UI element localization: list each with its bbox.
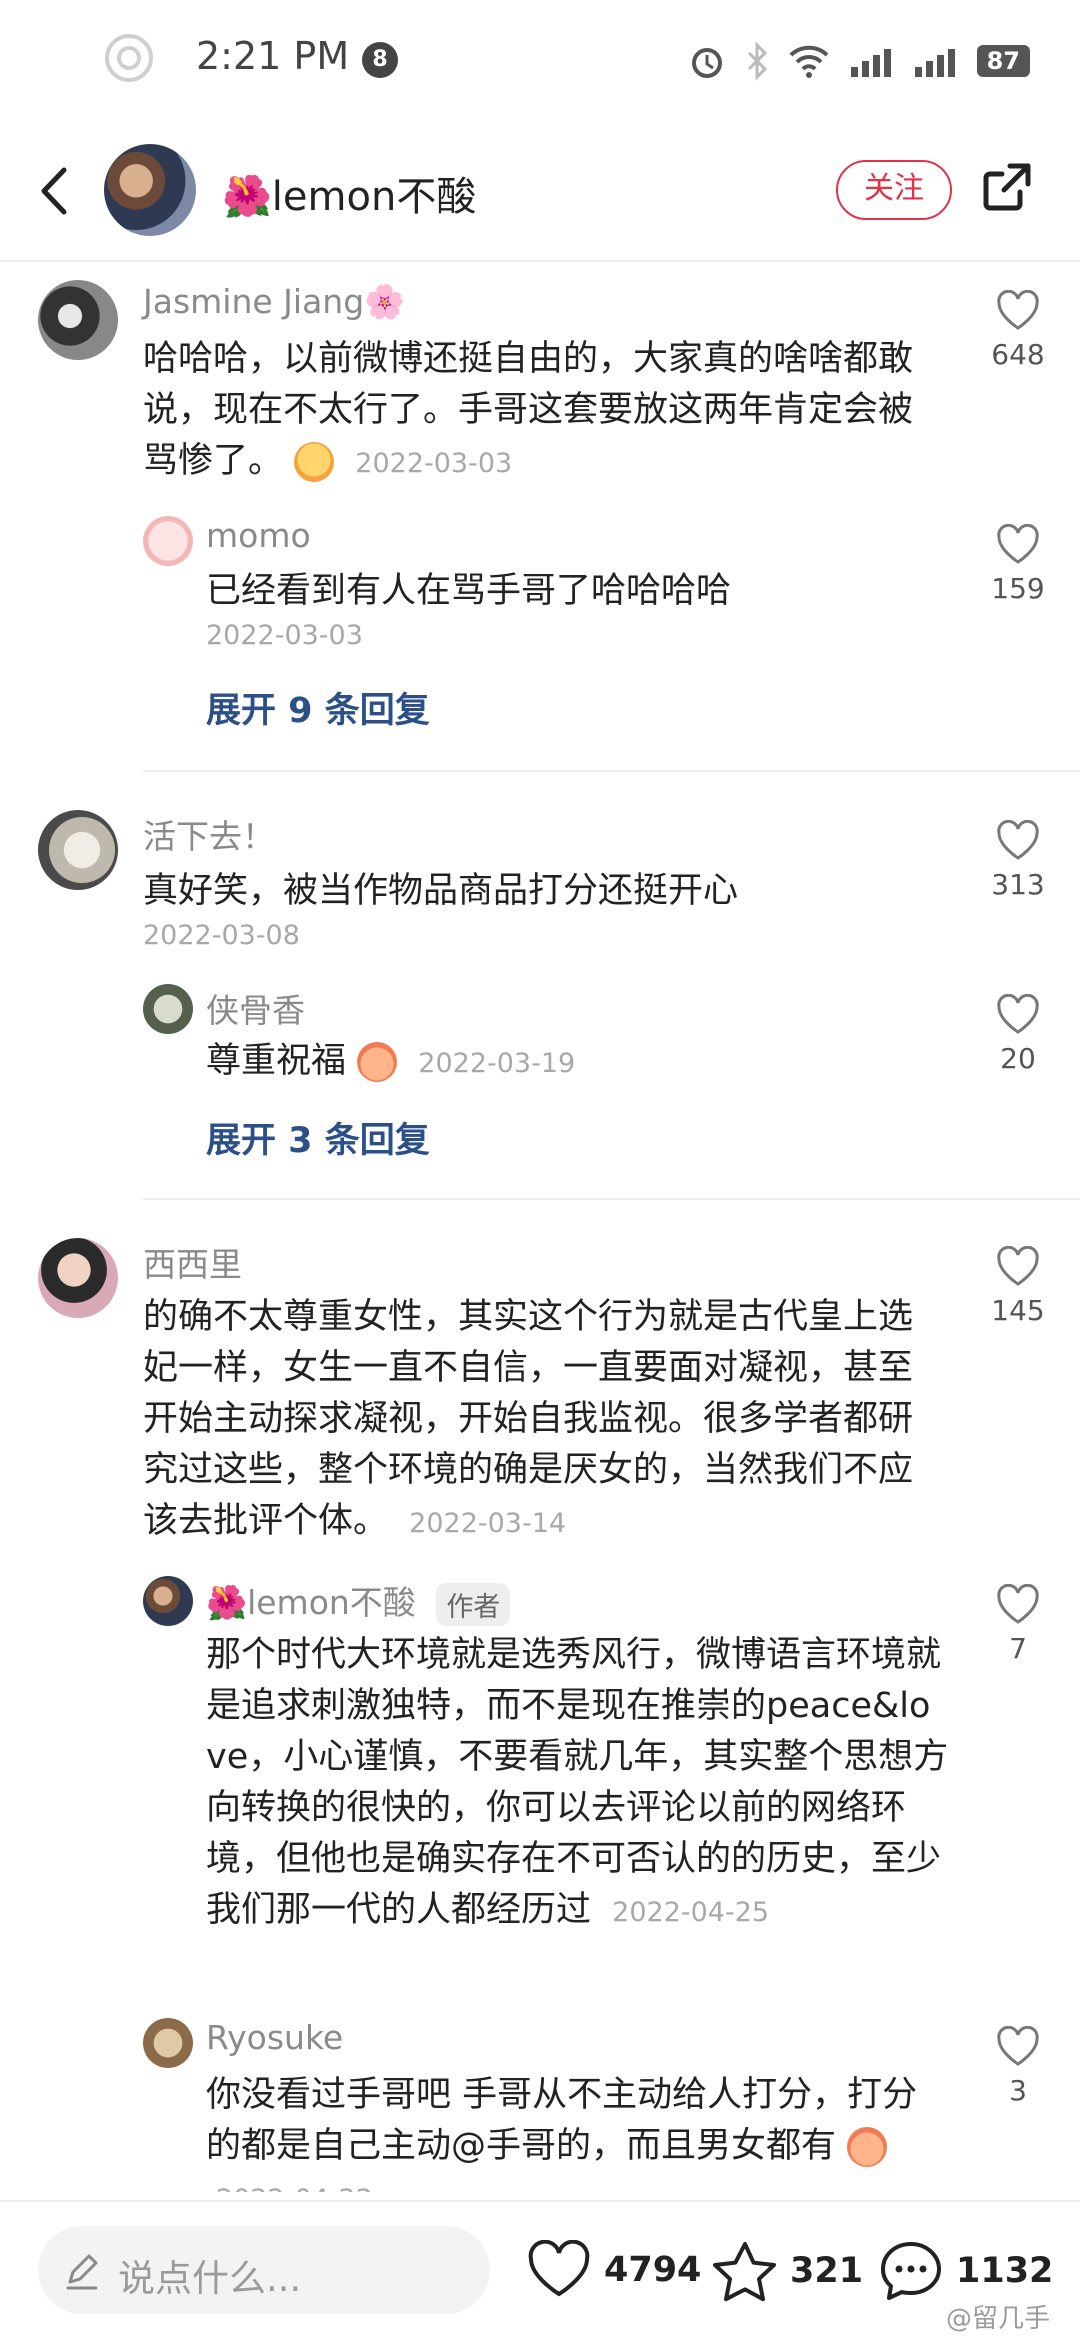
reply-date: 2022-04-25 <box>612 1897 770 1928</box>
comment-username[interactable]: Jasmine Jiang🌸 <box>143 282 405 322</box>
expand-replies-link[interactable]: 展开 3 条回复 <box>206 1112 430 1163</box>
avatar[interactable] <box>38 810 118 890</box>
share-icon <box>983 163 1031 211</box>
reply-text: 那个时代大环境就是选秀风行，微博语言环境就是追求刺激独特，而不是现在推崇的pea… <box>206 1630 950 1938</box>
post-like-button[interactable]: 4794 <box>526 2240 701 2300</box>
status-time: 2:21 PM <box>196 34 350 78</box>
avatar[interactable] <box>143 1576 193 1626</box>
reply-date: 2022-04-22 <box>216 2184 373 2192</box>
reply-text: 已经看到有人在骂手哥了哈哈哈哈 <box>206 571 732 611</box>
post-favorite-count: 321 <box>790 2251 864 2291</box>
like-button[interactable]: 7 <box>983 1584 1053 1665</box>
author-avatar[interactable] <box>104 144 196 236</box>
like-button[interactable]: 313 <box>983 820 1053 901</box>
reply-username[interactable]: 🌺lemon不酸 <box>206 1583 416 1622</box>
like-button[interactable]: 159 <box>983 524 1053 605</box>
heart-icon <box>528 2240 590 2297</box>
comment-date: 2022-03-03 <box>355 448 513 479</box>
author-badge: 作者 <box>436 1583 511 1626</box>
reply-username-row: 🌺lemon不酸 作者 <box>206 1576 511 1626</box>
comment-date: 2022-03-14 <box>409 1508 567 1539</box>
app-indicator-icon <box>105 34 153 82</box>
like-button[interactable]: 20 <box>983 994 1053 1075</box>
post-like-count: 4794 <box>604 2250 702 2290</box>
back-button[interactable] <box>28 156 88 226</box>
pencil-icon <box>66 2254 98 2290</box>
watermark: @留几手 <box>945 2304 1050 2334</box>
status-bar: 2:21 PM 8 87 <box>0 0 1080 120</box>
like-count: 648 <box>991 338 1045 371</box>
like-count: 3 <box>1009 2074 1027 2107</box>
like-count: 145 <box>991 1294 1045 1327</box>
alarm-icon <box>691 48 722 78</box>
like-count: 159 <box>991 572 1045 605</box>
chevron-left-icon <box>41 167 67 215</box>
peach-emoji-icon <box>847 2127 888 2167</box>
reply-date: 2022-03-03 <box>206 620 363 651</box>
like-count: 313 <box>991 868 1045 901</box>
notification-count-badge: 8 <box>362 42 398 78</box>
reply-username[interactable]: Ryosuke <box>206 2018 343 2057</box>
post-favorite-button[interactable]: 321 <box>712 2240 863 2302</box>
heart-icon <box>997 524 1039 564</box>
like-button[interactable]: 145 <box>983 1246 1053 1327</box>
avatar[interactable] <box>143 2018 193 2068</box>
heart-icon <box>997 994 1039 1034</box>
reply-body: 你没看过手哥吧 手哥从不主动给人打分，打分的都是自己主动@手哥的，而且男女都有 <box>206 2075 918 2166</box>
avatar[interactable] <box>143 984 193 1034</box>
follow-button[interactable]: 关注 <box>836 160 952 220</box>
comment-body: 的确不太尊重女性，其实这个行为就是古代皇上选妃一样，女生一直不自信，一直要面对凝… <box>143 1297 914 1541</box>
battery-level: 87 <box>976 45 1030 77</box>
expand-replies-link[interactable]: 展开 9 条回复 <box>206 682 430 733</box>
comment-text: 的确不太尊重女性，其实这个行为就是古代皇上选妃一样，女生一直不自信，一直要面对凝… <box>143 1292 943 1549</box>
status-icons: 87 <box>687 36 1030 86</box>
like-count: 7 <box>1009 1632 1027 1665</box>
post-comment-count: 1132 <box>956 2251 1054 2291</box>
heart-icon <box>997 2026 1039 2066</box>
heart-icon <box>997 1584 1039 1624</box>
comment-text: 哈哈哈，以前微博还挺自由的，大家真的啥啥都敢说，现在不太行了。手哥这套要放这两年… <box>143 334 943 489</box>
star-icon <box>713 2242 776 2302</box>
wifi-icon <box>789 45 828 78</box>
divider <box>143 1198 1080 1200</box>
comment-input-placeholder: 说点什么... <box>118 2257 302 2300</box>
comment-bubble-icon <box>881 2242 941 2300</box>
author-name[interactable]: 🌺lemon不酸 <box>222 164 476 222</box>
reply-body: 尊重祝福 <box>206 1041 347 1081</box>
comment-date: 2022-03-08 <box>143 920 300 951</box>
reply-body: 那个时代大环境就是选秀风行，微博语言环境就是追求刺激独特，而不是现在推崇的pea… <box>206 1635 949 1930</box>
avatar[interactable] <box>38 1238 118 1318</box>
laugh-cry-emoji-icon <box>294 442 335 482</box>
reply-username[interactable]: momo <box>206 516 311 555</box>
comment-body: 哈哈哈，以前微博还挺自由的，大家真的啥啥都敢说，现在不太行了。手哥这套要放这两年… <box>143 339 914 481</box>
avatar[interactable] <box>143 516 193 566</box>
heart-icon <box>997 1246 1039 1286</box>
share-button[interactable] <box>978 156 1038 216</box>
bluetooth-icon <box>747 41 767 81</box>
post-comment-button[interactable]: 1132 <box>878 2240 1053 2302</box>
reply-date: 2022-03-19 <box>418 1048 576 1079</box>
signal-icon-2 <box>914 49 955 77</box>
reply-text: 你没看过手哥吧 手哥从不主动给人打分，打分的都是自己主动@手哥的，而且男女都有 … <box>206 2070 950 2192</box>
comment-text: 真好笑，被当作物品商品打分还挺开心 <box>143 871 739 911</box>
reply-text: 尊重祝福 2022-03-19 <box>206 1036 946 1089</box>
bottom-bar: 说点什么... 4794 321 1132 <box>0 2200 1080 2342</box>
signal-icon-1 <box>850 49 891 77</box>
heart-icon <box>997 290 1039 330</box>
divider <box>143 770 1080 772</box>
reply-username[interactable]: 侠骨香 <box>206 984 305 1032</box>
like-button[interactable]: 3 <box>983 2026 1053 2107</box>
comment-list: Jasmine Jiang🌸 哈哈哈，以前微博还挺自由的，大家真的啥啥都敢说，现… <box>0 262 1080 2192</box>
avatar[interactable] <box>38 280 118 360</box>
peach-emoji-icon <box>357 1042 398 1082</box>
comment-username[interactable]: 西西里 <box>143 1238 242 1286</box>
comment-username[interactable]: 活下去！ <box>143 810 275 858</box>
header: 🌺lemon不酸 关注 <box>0 120 1080 262</box>
comment-input[interactable]: 说点什么... <box>38 2226 490 2314</box>
heart-icon <box>997 820 1039 860</box>
like-count: 20 <box>1000 1042 1036 1075</box>
like-button[interactable]: 648 <box>983 290 1053 371</box>
